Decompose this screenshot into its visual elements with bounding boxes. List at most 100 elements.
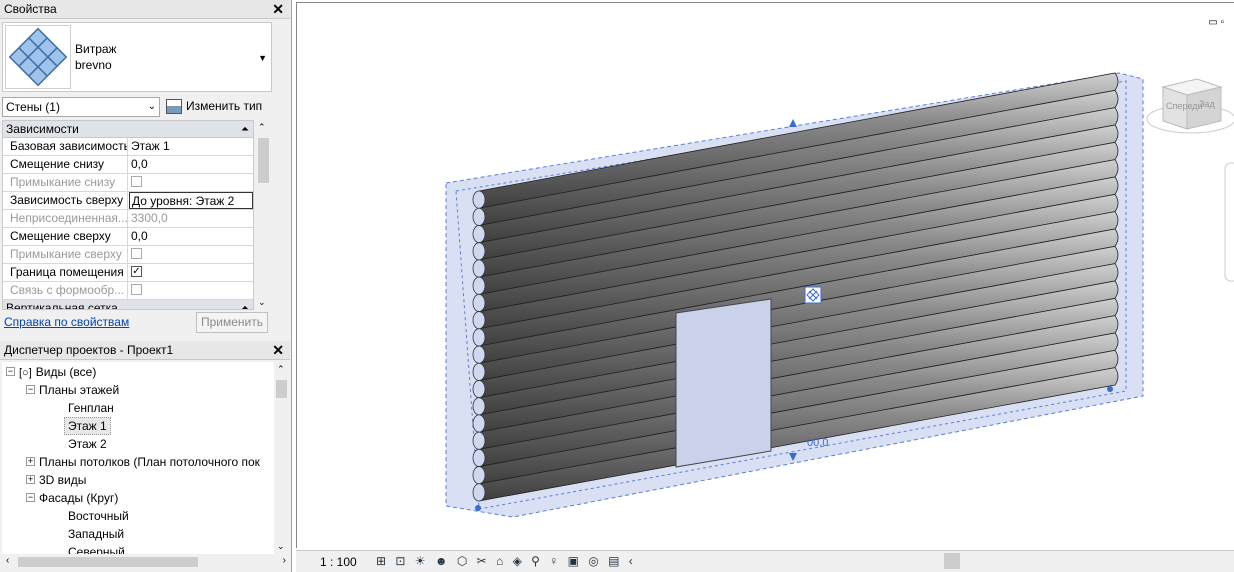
property-row: Неприсоединенная... 3300,0 <box>3 210 253 228</box>
log-end <box>472 414 486 433</box>
type-family: Витраж <box>75 42 117 56</box>
project-browser-header: Диспетчер проектов - Проект1 ✕ <box>0 341 290 360</box>
expand-toggle[interactable]: + <box>26 475 35 485</box>
chevron-right-icon[interactable]: › <box>283 555 286 566</box>
chevron-down-icon[interactable]: ▼ <box>258 53 267 63</box>
chevron-down-icon: ⌄ <box>147 101 156 112</box>
scroll-thumb[interactable] <box>258 138 269 183</box>
tree-item[interactable]: + Планы потолков (План потолочного пок <box>26 453 260 471</box>
property-value[interactable]: 0,0 <box>129 228 253 245</box>
properties-scrollbar[interactable]: ⌃ ⌄ <box>256 120 270 310</box>
top-arrow-icon[interactable] <box>789 119 797 127</box>
log-end <box>472 397 486 416</box>
type-selector[interactable]: Витраж brevno ▼ <box>2 22 272 92</box>
log-courses <box>478 72 1119 502</box>
scale-selector[interactable]: 1 : 100 <box>320 555 357 569</box>
log-end <box>472 431 486 450</box>
log-end <box>472 259 486 278</box>
property-row[interactable]: Смещение сверху 0,0 <box>3 228 253 246</box>
log-end <box>472 345 486 364</box>
dimension-label[interactable]: 00,0 <box>807 437 828 449</box>
property-value <box>129 282 253 299</box>
property-value-editing[interactable]: До уровня: Этаж 2 <box>129 192 253 209</box>
group-header[interactable]: Вертикальная сетка ⏶ <box>3 300 253 310</box>
tree-item-label: Этаж 1 <box>68 419 107 433</box>
log-end <box>472 448 486 467</box>
collapse-toggle[interactable]: − <box>6 367 15 377</box>
checkbox <box>131 176 142 188</box>
chevron-up-icon[interactable]: ⌃ <box>277 364 285 375</box>
tree-item-selected[interactable]: Этаж 1 <box>64 417 111 435</box>
log-end <box>472 276 486 295</box>
log-end <box>472 362 486 381</box>
log-end <box>472 380 486 399</box>
tree-item[interactable]: Восточный <box>68 507 129 525</box>
pin-icon[interactable] <box>804 286 822 304</box>
group-header[interactable]: Зависимости ⏶ <box>3 121 253 138</box>
chevron-down-icon[interactable]: ⌄ <box>277 541 285 552</box>
checkbox <box>131 284 142 296</box>
tree-item[interactable]: − [○] Виды (все) <box>6 363 96 381</box>
close-icon[interactable]: ✕ <box>272 0 284 19</box>
tree-item-label: Виды (все) <box>35 365 97 379</box>
property-key: Примыкание снизу <box>3 174 128 191</box>
project-browser-title: Диспетчер проектов - Проект1 <box>4 343 174 357</box>
collapse-icon[interactable]: ⏶ <box>241 121 249 138</box>
tree-item[interactable]: − Фасады (Круг) <box>26 489 118 507</box>
edit-type-button[interactable]: Изменить тип <box>166 97 286 117</box>
property-key: Граница помещения <box>3 264 128 281</box>
type-name: Витраж brevno <box>75 41 117 73</box>
group-label: Вертикальная сетка <box>6 301 118 310</box>
property-value[interactable]: Этаж 1 <box>129 138 253 155</box>
navigation-bar[interactable] <box>1224 162 1234 282</box>
minimize-icon[interactable]: ▭ ▫ <box>1208 17 1224 28</box>
viewcube-front-label: Спереди <box>1166 101 1202 111</box>
property-value[interactable]: ✓ <box>129 264 253 281</box>
tree-item[interactable]: +3D виды <box>26 471 86 489</box>
apply-button[interactable]: Применить <box>196 312 268 333</box>
wall-model[interactable]: 00,0 Спереди Зад <box>297 3 1234 548</box>
properties-grid: Зависимости ⏶ Базовая зависимость Этаж 1 … <box>2 120 254 310</box>
property-row[interactable]: Базовая зависимость Этаж 1 <box>3 138 253 156</box>
viewcube[interactable]: Спереди Зад <box>1146 78 1234 134</box>
checkbox-checked[interactable]: ✓ <box>131 266 142 278</box>
property-row[interactable]: Смещение снизу 0,0 <box>3 156 253 174</box>
chevron-down-icon[interactable]: ⌄ <box>258 297 266 308</box>
tree-item[interactable]: Генплан <box>68 399 114 417</box>
properties-help-link[interactable]: Справка по свойствам <box>4 315 129 329</box>
tree-item[interactable]: Северный <box>68 543 125 554</box>
property-row[interactable]: Зависимость сверху До уровня: Этаж 2 <box>3 192 253 210</box>
scroll-thumb[interactable] <box>276 380 287 398</box>
view-control-icons[interactable]: ⊞ ⊡ ☀ ☻ ⬡ ✂ ⌂ ◈ ⚲ ♀ ▣ ◎ ▤ ‹ <box>376 554 636 568</box>
log-end <box>472 466 486 485</box>
tree-item-label: Планы потолков (План потолочного пок <box>39 455 260 469</box>
chevron-left-icon[interactable]: ‹ <box>6 555 9 566</box>
log-end <box>472 311 486 330</box>
instance-filter-select[interactable]: Стены (1) ⌄ <box>2 97 160 117</box>
property-value[interactable]: 0,0 <box>129 156 253 173</box>
property-row[interactable]: Граница помещения ✓ <box>3 264 253 282</box>
chevron-up-icon[interactable]: ⌃ <box>258 122 266 133</box>
property-value <box>129 174 253 191</box>
close-icon[interactable]: ✕ <box>272 341 284 360</box>
view-scroll-thumb[interactable] <box>944 553 960 569</box>
log-end <box>472 190 486 209</box>
tree-hscrollbar[interactable]: ‹ › <box>2 554 290 570</box>
3d-viewport[interactable]: ▭ ▫ 00,0 Спереди Зад <box>296 2 1234 548</box>
edit-type-icon <box>166 99 182 115</box>
tree-item-label: 3D виды <box>39 473 87 487</box>
property-value <box>129 246 253 263</box>
property-key: Смещение снизу <box>3 156 128 173</box>
tree-scrollbar[interactable]: ⌃ ⌄ <box>274 362 290 554</box>
tree-item[interactable]: Западный <box>68 525 124 543</box>
tree-item[interactable]: − Планы этажей <box>26 381 119 399</box>
scroll-thumb[interactable] <box>18 557 198 567</box>
tree-item[interactable]: Этаж 2 <box>68 435 107 453</box>
log-end <box>472 293 486 312</box>
collapse-toggle[interactable]: − <box>26 493 35 503</box>
collapse-icon[interactable]: ⏶ <box>241 300 249 309</box>
property-row: Примыкание снизу <box>3 174 253 192</box>
log-end <box>472 242 486 261</box>
collapse-toggle[interactable]: − <box>26 385 35 395</box>
expand-toggle[interactable]: + <box>26 457 35 467</box>
